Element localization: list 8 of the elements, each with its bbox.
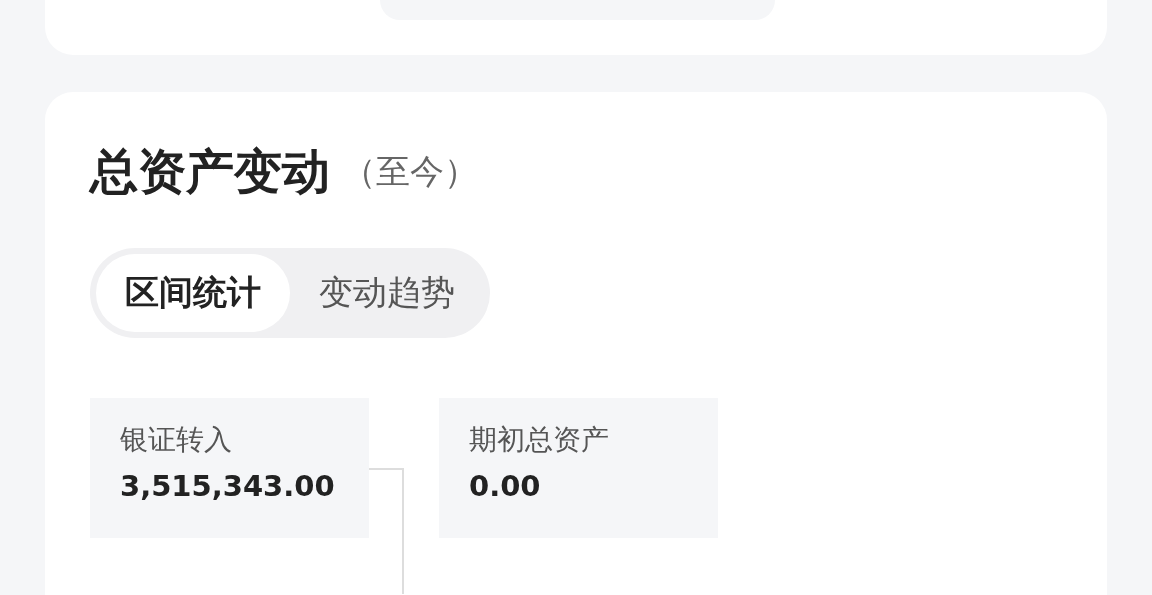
stat-label: 银证转入 (120, 422, 233, 458)
stat-value: 3,515,343.00 (120, 468, 336, 505)
stat-value: 0.00 (469, 468, 542, 505)
tab[interactable]: 变动趋势 (290, 254, 484, 332)
section-subtitle: （至今） (342, 150, 478, 193)
stat-label: 期初总资产 (469, 422, 610, 458)
section-title: 总资产变动 (90, 142, 330, 201)
tab[interactable]: 区间统计 (96, 254, 290, 332)
